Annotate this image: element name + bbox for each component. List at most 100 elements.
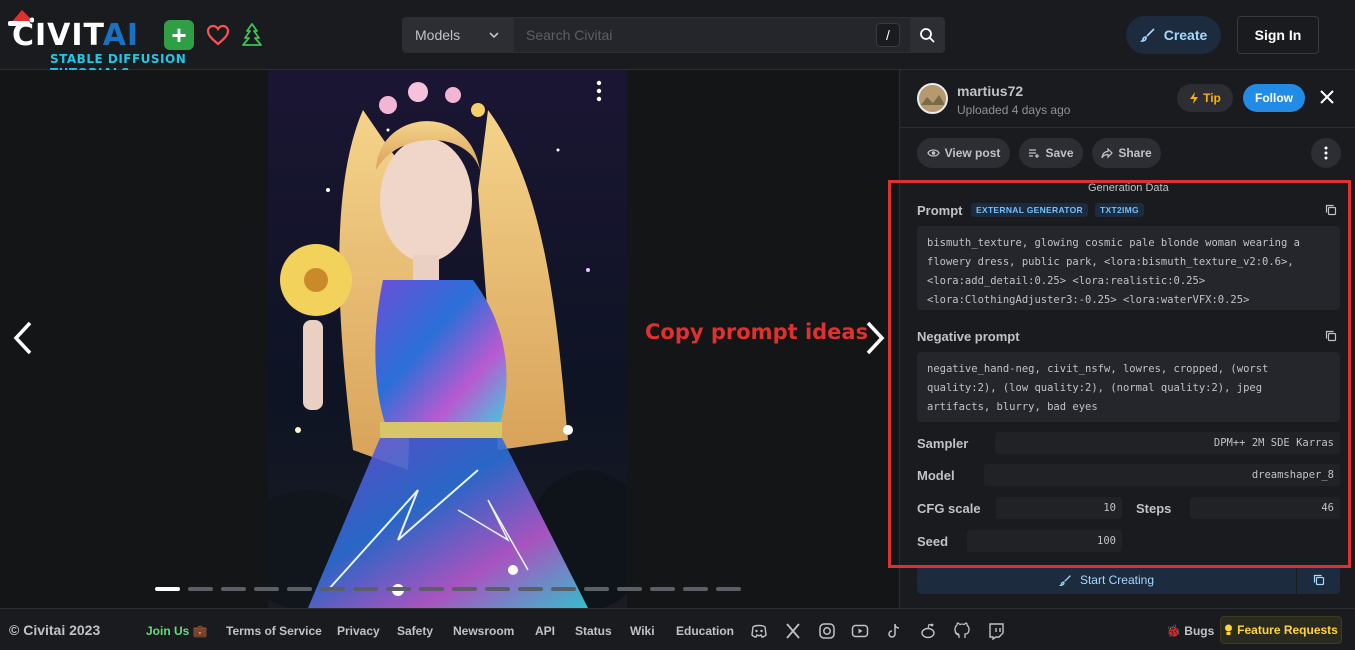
sampler-label: Sampler [917, 436, 969, 451]
heart-icon[interactable] [203, 20, 233, 50]
copy-icon[interactable] [1325, 204, 1337, 216]
copyright: © Civitai 2023 [9, 622, 101, 638]
dots-vertical-icon [1324, 146, 1328, 160]
newsroom-link[interactable]: Newsroom [453, 624, 514, 638]
discord-icon[interactable] [750, 622, 768, 640]
education-link[interactable]: Education [676, 624, 734, 638]
username-link[interactable]: martius72 [957, 83, 1023, 99]
top-header: CIVITAI STABLE DIFFUSION TUTORIALS + Mod… [0, 0, 1355, 80]
tiktok-icon[interactable] [885, 622, 903, 640]
carousel-dot[interactable] [221, 587, 246, 591]
carousel-dot[interactable] [353, 587, 378, 591]
prompt-line: bismuth_texture, glowing cosmic pale blo… [927, 237, 1300, 249]
carousel-dot[interactable] [419, 587, 444, 591]
christmas-tree-icon[interactable] [237, 20, 267, 50]
carousel-dot[interactable] [287, 587, 312, 591]
github-icon[interactable] [953, 622, 971, 640]
uploader-row: martius72 Uploaded 4 days ago Tip Follow [900, 70, 1355, 128]
share-button[interactable]: Share [1092, 138, 1161, 168]
carousel-dot[interactable] [716, 587, 741, 591]
search-category-select[interactable]: Models [403, 18, 514, 52]
close-icon[interactable] [1318, 88, 1336, 106]
wiki-link[interactable]: Wiki [630, 624, 655, 638]
save-button[interactable]: Save [1019, 138, 1083, 168]
carousel-dot[interactable] [485, 587, 510, 591]
tip-button[interactable]: Tip [1177, 84, 1233, 112]
carousel-dot[interactable] [452, 587, 477, 591]
brush-icon [1139, 28, 1155, 42]
search-icon [920, 28, 935, 43]
reddit-icon[interactable] [919, 622, 937, 640]
carousel-dot[interactable] [584, 587, 609, 591]
carousel-dot[interactable] [617, 587, 642, 591]
follow-button[interactable]: Follow [1243, 84, 1305, 112]
carousel-dot[interactable] [650, 587, 675, 591]
carousel-indicators [155, 587, 741, 591]
view-post-button[interactable]: View post [917, 138, 1010, 168]
avatar[interactable] [917, 83, 948, 114]
copy-generation-data-button[interactable] [1296, 566, 1340, 594]
join-us-link[interactable]: Join Us 💼 [146, 624, 208, 638]
carousel-dot[interactable] [518, 587, 543, 591]
more-options-button[interactable] [1311, 138, 1341, 168]
search-bar: Models / [402, 17, 945, 53]
upload-plus-button[interactable]: + [164, 20, 194, 50]
share-label: Share [1118, 146, 1152, 160]
create-button[interactable]: Create [1126, 16, 1221, 54]
create-label: Create [1163, 27, 1208, 43]
image-details-panel: martius72 Uploaded 4 days ago Tip Follow… [899, 70, 1355, 608]
tip-label: Tip [1203, 91, 1221, 105]
api-link[interactable]: API [535, 624, 555, 638]
bugs-link[interactable]: 🐞 Bugs [1166, 624, 1214, 638]
save-label: Save [1045, 146, 1074, 160]
start-creating-label: Start Creating [1079, 573, 1155, 587]
image-menu-icon[interactable] [596, 80, 602, 102]
prompt-text[interactable]: bismuth_texture, glowing cosmic pale blo… [917, 226, 1340, 310]
playlist-add-icon [1029, 149, 1040, 158]
cfg-scale-value: 10 [996, 497, 1122, 519]
post-actions: View post Save Share [900, 128, 1355, 180]
share-icon [1101, 147, 1114, 158]
image-illustration [268, 70, 627, 608]
terms-link[interactable]: Terms of Service [226, 624, 322, 638]
carousel-dot[interactable] [254, 587, 279, 591]
negative-prompt-text[interactable]: negative_hand-neg, civit_nsfw, lowres, c… [917, 352, 1340, 422]
feature-requests-button[interactable]: Feature Requests [1220, 616, 1342, 644]
carousel-dot[interactable] [683, 587, 708, 591]
sampler-value: DPM++ 2M SDE Karras [995, 432, 1340, 454]
lightbulb-icon [1225, 624, 1233, 635]
cfg-scale-label: CFG scale [917, 501, 981, 516]
negative-line: negative_hand-neg, civit_nsfw, lowres, c… [927, 363, 1269, 375]
carousel-dot[interactable] [386, 587, 411, 591]
copy-icon[interactable] [1325, 330, 1337, 342]
instagram-icon[interactable] [818, 622, 836, 640]
youtube-icon[interactable] [851, 622, 869, 640]
carousel-dot[interactable] [155, 587, 180, 591]
sign-in-button[interactable]: Sign In [1237, 16, 1319, 54]
carousel-dot[interactable] [188, 587, 213, 591]
external-generator-badge: EXTERNAL GENERATOR [971, 203, 1088, 217]
steps-value: 46 [1190, 497, 1340, 519]
annotation-overlay-text: Copy prompt ideas [645, 320, 869, 344]
x-twitter-icon[interactable] [784, 622, 802, 640]
search-input[interactable] [514, 18, 876, 52]
search-button[interactable] [910, 18, 944, 52]
eye-icon [926, 149, 940, 157]
image-viewer: Copy prompt ideas [0, 70, 899, 608]
brush-icon [1059, 574, 1071, 586]
seed-value: 100 [967, 530, 1122, 552]
previous-image-arrow[interactable] [8, 318, 38, 358]
start-creating-button[interactable]: Start Creating [917, 566, 1296, 594]
start-creating-bar: Start Creating [917, 566, 1340, 594]
seed-label: Seed [917, 534, 949, 549]
prompt-line: <lora:ClothingAdjuster3:-0.25> <lora:wat… [927, 294, 1250, 306]
carousel-dot[interactable] [551, 587, 576, 591]
status-link[interactable]: Status [575, 624, 612, 638]
generation-data-title: Generation Data [1085, 182, 1172, 194]
twitch-icon[interactable] [987, 622, 1005, 640]
chevron-down-icon [489, 32, 499, 39]
carousel-dot[interactable] [320, 587, 345, 591]
safety-link[interactable]: Safety [397, 624, 433, 638]
privacy-link[interactable]: Privacy [337, 624, 380, 638]
search-category-value: Models [415, 27, 461, 43]
